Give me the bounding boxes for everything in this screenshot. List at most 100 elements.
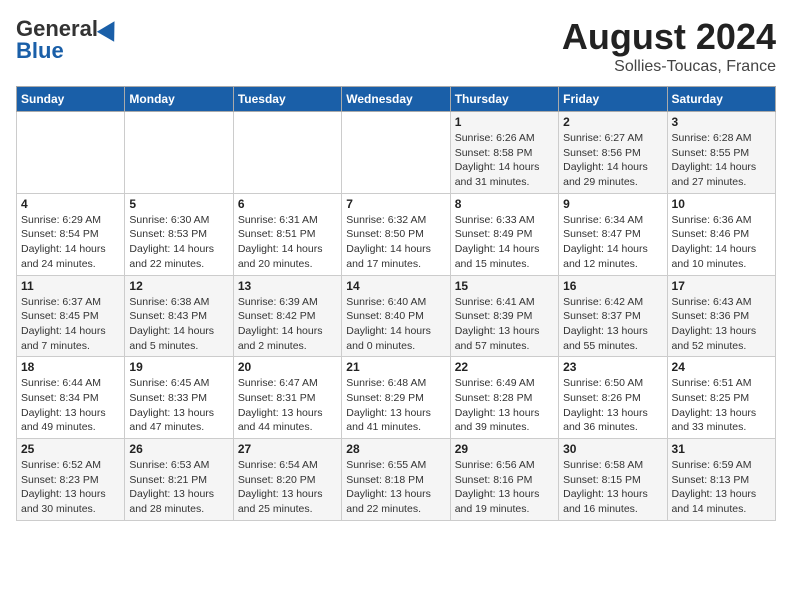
cell-date-number: 20 (238, 360, 337, 374)
cell-date-number: 12 (129, 279, 228, 293)
calendar-cell: 26 Sunrise: 6:53 AMSunset: 8:21 PMDayligh… (125, 439, 233, 521)
calendar-week-row: 4Sunrise: 6:29 AMSunset: 8:54 PMDaylight… (17, 193, 776, 275)
calendar-cell: 18 Sunrise: 6:44 AMSunset: 8:34 PMDayligh… (17, 357, 125, 439)
cell-info-text: Sunrise: 6:53 AMSunset: 8:21 PMDaylight:… (129, 458, 228, 517)
cell-info-text: Sunrise: 6:30 AMSunset: 8:53 PMDaylight:… (129, 213, 228, 272)
calendar-cell: 10 Sunrise: 6:36 AMSunset: 8:46 PMDayligh… (667, 193, 775, 275)
cell-date-number: 16 (563, 279, 662, 293)
calendar-cell: 15Sunrise: 6:41 AMSunset: 8:39 PMDayligh… (450, 275, 558, 357)
column-header-saturday: Saturday (667, 87, 775, 112)
calendar-cell: 5 Sunrise: 6:30 AMSunset: 8:53 PMDaylight… (125, 193, 233, 275)
cell-info-text: Sunrise: 6:39 AMSunset: 8:42 PMDaylight:… (238, 295, 337, 354)
calendar-cell: 24Sunrise: 6:51 AMSunset: 8:25 PMDayligh… (667, 357, 775, 439)
column-header-friday: Friday (559, 87, 667, 112)
cell-date-number: 19 (129, 360, 228, 374)
cell-date-number: 15 (455, 279, 554, 293)
cell-date-number: 26 (129, 442, 228, 456)
calendar-cell: 21Sunrise: 6:48 AMSunset: 8:29 PMDayligh… (342, 357, 450, 439)
cell-info-text: Sunrise: 6:32 AMSunset: 8:50 PMDaylight:… (346, 213, 445, 272)
cell-date-number: 31 (672, 442, 771, 456)
cell-info-text: Sunrise: 6:26 AMSunset: 8:58 PMDaylight:… (455, 131, 554, 190)
cell-info-text: Sunrise: 6:29 AMSunset: 8:54 PMDaylight:… (21, 213, 120, 272)
cell-date-number: 27 (238, 442, 337, 456)
calendar-cell: 23Sunrise: 6:50 AMSunset: 8:26 PMDayligh… (559, 357, 667, 439)
logo-blue-text: Blue (16, 38, 64, 64)
calendar-cell: 11 Sunrise: 6:37 AMSunset: 8:45 PMDayligh… (17, 275, 125, 357)
calendar-cell: 25Sunrise: 6:52 AMSunset: 8:23 PMDayligh… (17, 439, 125, 521)
cell-date-number: 21 (346, 360, 445, 374)
cell-date-number: 1 (455, 115, 554, 129)
calendar-cell: 2 Sunrise: 6:27 AMSunset: 8:56 PMDaylight… (559, 112, 667, 194)
calendar-week-row: 1 Sunrise: 6:26 AMSunset: 8:58 PMDaylight… (17, 112, 776, 194)
cell-info-text: Sunrise: 6:42 AMSunset: 8:37 PMDaylight:… (563, 295, 662, 354)
calendar-cell: 9 Sunrise: 6:34 AMSunset: 8:47 PMDaylight… (559, 193, 667, 275)
cell-date-number: 29 (455, 442, 554, 456)
cell-info-text: Sunrise: 6:31 AMSunset: 8:51 PMDaylight:… (238, 213, 337, 272)
calendar-cell: 4Sunrise: 6:29 AMSunset: 8:54 PMDaylight… (17, 193, 125, 275)
calendar-cell: 20 Sunrise: 6:47 AMSunset: 8:31 PMDayligh… (233, 357, 341, 439)
cell-date-number: 10 (672, 197, 771, 211)
cell-date-number: 28 (346, 442, 445, 456)
column-header-thursday: Thursday (450, 87, 558, 112)
cell-date-number: 2 (563, 115, 662, 129)
cell-date-number: 11 (21, 279, 120, 293)
cell-info-text: Sunrise: 6:28 AMSunset: 8:55 PMDaylight:… (672, 131, 771, 190)
page-header: General Blue August 2024 Sollies-Toucas,… (16, 16, 776, 76)
cell-info-text: Sunrise: 6:27 AMSunset: 8:56 PMDaylight:… (563, 131, 662, 190)
logo-triangle-icon (97, 16, 123, 42)
cell-date-number: 9 (563, 197, 662, 211)
cell-info-text: Sunrise: 6:45 AMSunset: 8:33 PMDaylight:… (129, 376, 228, 435)
cell-info-text: Sunrise: 6:47 AMSunset: 8:31 PMDaylight:… (238, 376, 337, 435)
calendar-cell: 30 Sunrise: 6:58 AMSunset: 8:15 PMDayligh… (559, 439, 667, 521)
cell-info-text: Sunrise: 6:58 AMSunset: 8:15 PMDaylight:… (563, 458, 662, 517)
cell-info-text: Sunrise: 6:33 AMSunset: 8:49 PMDaylight:… (455, 213, 554, 272)
cell-info-text: Sunrise: 6:55 AMSunset: 8:18 PMDaylight:… (346, 458, 445, 517)
calendar-cell: 16 Sunrise: 6:42 AMSunset: 8:37 PMDayligh… (559, 275, 667, 357)
cell-info-text: Sunrise: 6:44 AMSunset: 8:34 PMDaylight:… (21, 376, 120, 435)
calendar-week-row: 18 Sunrise: 6:44 AMSunset: 8:34 PMDayligh… (17, 357, 776, 439)
calendar-cell (233, 112, 341, 194)
cell-info-text: Sunrise: 6:36 AMSunset: 8:46 PMDaylight:… (672, 213, 771, 272)
calendar-cell: 27Sunrise: 6:54 AMSunset: 8:20 PMDayligh… (233, 439, 341, 521)
cell-info-text: Sunrise: 6:34 AMSunset: 8:47 PMDaylight:… (563, 213, 662, 272)
calendar-cell: 14Sunrise: 6:40 AMSunset: 8:40 PMDayligh… (342, 275, 450, 357)
cell-info-text: Sunrise: 6:40 AMSunset: 8:40 PMDaylight:… (346, 295, 445, 354)
calendar-cell: 3 Sunrise: 6:28 AMSunset: 8:55 PMDaylight… (667, 112, 775, 194)
calendar-cell: 7Sunrise: 6:32 AMSunset: 8:50 PMDaylight… (342, 193, 450, 275)
column-header-wednesday: Wednesday (342, 87, 450, 112)
cell-info-text: Sunrise: 6:51 AMSunset: 8:25 PMDaylight:… (672, 376, 771, 435)
cell-date-number: 5 (129, 197, 228, 211)
calendar-cell: 8 Sunrise: 6:33 AMSunset: 8:49 PMDaylight… (450, 193, 558, 275)
cell-date-number: 22 (455, 360, 554, 374)
cell-info-text: Sunrise: 6:43 AMSunset: 8:36 PMDaylight:… (672, 295, 771, 354)
cell-date-number: 23 (563, 360, 662, 374)
page-subtitle: Sollies-Toucas, France (562, 58, 776, 76)
cell-date-number: 17 (672, 279, 771, 293)
calendar-cell: 28 Sunrise: 6:55 AMSunset: 8:18 PMDayligh… (342, 439, 450, 521)
calendar-cell (17, 112, 125, 194)
cell-info-text: Sunrise: 6:52 AMSunset: 8:23 PMDaylight:… (21, 458, 120, 517)
calendar-week-row: 25Sunrise: 6:52 AMSunset: 8:23 PMDayligh… (17, 439, 776, 521)
calendar-cell: 22Sunrise: 6:49 AMSunset: 8:28 PMDayligh… (450, 357, 558, 439)
calendar-cell: 12 Sunrise: 6:38 AMSunset: 8:43 PMDayligh… (125, 275, 233, 357)
cell-info-text: Sunrise: 6:37 AMSunset: 8:45 PMDaylight:… (21, 295, 120, 354)
calendar-cell: 19 Sunrise: 6:45 AMSunset: 8:33 PMDayligh… (125, 357, 233, 439)
calendar-header-row: SundayMondayTuesdayWednesdayThursdayFrid… (17, 87, 776, 112)
calendar-cell (342, 112, 450, 194)
calendar-cell: 1 Sunrise: 6:26 AMSunset: 8:58 PMDaylight… (450, 112, 558, 194)
logo: General Blue (16, 16, 120, 64)
column-header-sunday: Sunday (17, 87, 125, 112)
cell-date-number: 8 (455, 197, 554, 211)
cell-date-number: 18 (21, 360, 120, 374)
page-title: August 2024 (562, 16, 776, 58)
cell-info-text: Sunrise: 6:38 AMSunset: 8:43 PMDaylight:… (129, 295, 228, 354)
column-header-tuesday: Tuesday (233, 87, 341, 112)
cell-date-number: 30 (563, 442, 662, 456)
calendar-table: SundayMondayTuesdayWednesdayThursdayFrid… (16, 86, 776, 521)
cell-info-text: Sunrise: 6:56 AMSunset: 8:16 PMDaylight:… (455, 458, 554, 517)
column-header-monday: Monday (125, 87, 233, 112)
cell-date-number: 3 (672, 115, 771, 129)
calendar-cell (125, 112, 233, 194)
calendar-cell: 29 Sunrise: 6:56 AMSunset: 8:16 PMDayligh… (450, 439, 558, 521)
calendar-cell: 13Sunrise: 6:39 AMSunset: 8:42 PMDayligh… (233, 275, 341, 357)
